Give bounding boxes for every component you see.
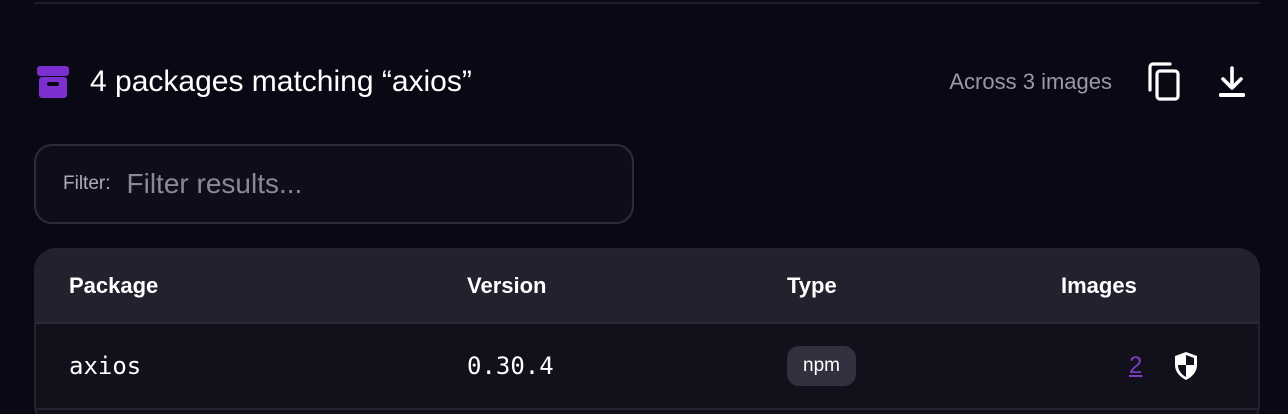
filter-input[interactable] <box>126 160 632 208</box>
shield-icon <box>1175 352 1197 380</box>
packages-table: Package Version Type Images axios 0.30.4… <box>34 248 1260 414</box>
top-divider <box>34 2 1260 4</box>
filter-box: Filter: <box>34 144 634 224</box>
page-title: 4 packages matching “axios” <box>90 65 472 98</box>
column-header-type: Type <box>787 273 837 298</box>
package-version: 0.30.4 <box>467 352 554 380</box>
copy-button[interactable] <box>1144 60 1184 104</box>
table-row[interactable]: axios 0.30.4 npm 2 <box>36 324 1258 410</box>
package-name: axios <box>69 352 142 380</box>
filter-label: Filter: <box>63 173 111 194</box>
page: 4 packages matching “axios” Across 3 ima… <box>0 0 1288 414</box>
download-icon <box>1219 66 1245 97</box>
table-header: Package Version Type Images <box>36 250 1258 324</box>
download-button[interactable] <box>1212 60 1252 104</box>
archive-icon <box>37 66 69 98</box>
images-count-text: Across 3 images <box>949 69 1112 94</box>
column-header-version: Version <box>467 273 547 298</box>
images-count-link[interactable]: 2 <box>1129 352 1142 380</box>
copy-icon <box>1148 62 1180 101</box>
type-badge: npm <box>787 346 856 386</box>
results-header: 4 packages matching “axios” Across 3 ima… <box>36 54 1260 110</box>
shield-button[interactable] <box>1173 351 1199 381</box>
column-header-images: Images <box>1061 273 1137 298</box>
column-header-package: Package <box>69 273 159 298</box>
